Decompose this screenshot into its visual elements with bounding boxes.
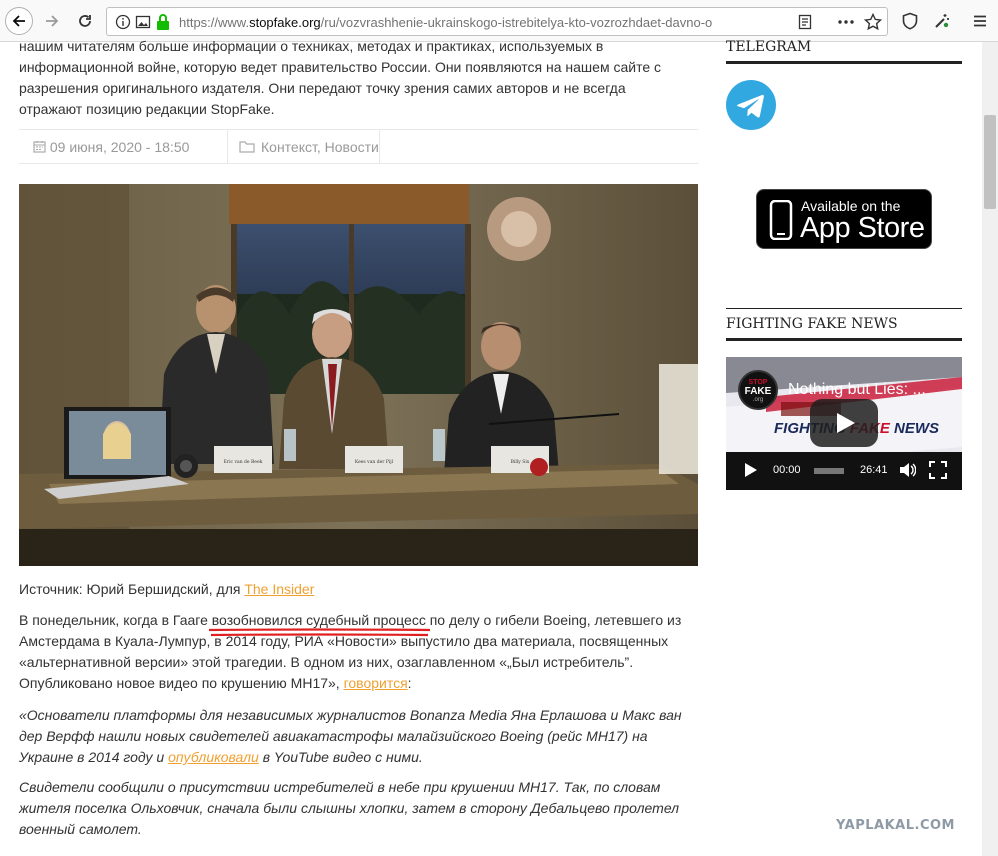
scrollbar-thumb[interactable] <box>984 115 996 209</box>
quote-text: Украине в 2014 году и <box>19 749 169 765</box>
quote-line: «Основатели платформы для независимых жу… <box>19 707 682 723</box>
nameplate-text: Kees van der Pijl <box>355 459 394 465</box>
paragraph-text: возобновился судебный процесс <box>211 612 426 628</box>
press-conference-image: Eric van de Beek Kees van der Pijl Billy… <box>19 184 698 566</box>
logo-line: .org <box>752 397 764 403</box>
source-link[interactable]: говорится <box>344 675 408 691</box>
address-bar[interactable]: https://www.stopfake.org/ru/vozvrashheni… <box>106 7 888 36</box>
meta-divider <box>379 130 380 163</box>
intro-line: отражают позицию редакции StopFake. <box>19 101 275 117</box>
article-paragraph: В понедельник, когда в Гааге возобновилс… <box>19 610 699 694</box>
category-separator: , <box>316 139 325 155</box>
quote-text: в YouTube видео с ними. <box>258 749 423 765</box>
app-store-badge[interactable]: Available on the App Store <box>756 189 932 249</box>
quote-line: дер Верфф нашли новых свидетелей авиакат… <box>19 728 648 744</box>
telegram-widget-title: TELEGRAM <box>726 39 812 55</box>
video-current-time: 00:00 <box>773 464 801 476</box>
paragraph-line: Опубликовано новое видео по крушению МН1… <box>19 673 699 694</box>
caption-text: Источник: Юрий Бершидский, для <box>19 581 245 597</box>
video-player[interactable]: FIGHTING FAKE NEWS STOP FAKE .org Nothin… <box>726 357 962 490</box>
play-icon <box>837 413 855 433</box>
nameplate-text: Eric van de Beek <box>224 459 263 465</box>
back-button[interactable] <box>5 7 33 35</box>
widget-title-rule <box>726 338 962 341</box>
url-text[interactable]: https://www.stopfake.org/ru/vozvrashheni… <box>179 15 739 30</box>
article-meta-bar: 09 июня, 2020 - 18:50 Контекст, Новости <box>19 129 698 164</box>
forward-button[interactable] <box>38 7 66 35</box>
app-store-label: App Store <box>800 212 925 244</box>
logo-line: STOP <box>748 379 768 386</box>
phone-icon <box>769 200 793 240</box>
arrow-right-icon <box>46 15 59 27</box>
site-watermark: YAPLAKAL.COM <box>836 818 955 833</box>
paragraph-text: Опубликовано новое видео по крушению МН1… <box>19 675 344 691</box>
publish-date: 09 июня, 2020 - 18:50 <box>33 139 189 155</box>
category-link-context[interactable]: Контекст <box>261 139 317 155</box>
page-actions-icon[interactable] <box>837 14 855 30</box>
nameplate-text: Billy Six <box>511 459 530 465</box>
telegram-button[interactable] <box>726 80 776 130</box>
paragraph-line: В понедельник, когда в Гааге возобновилс… <box>19 610 699 637</box>
volume-icon[interactable] <box>898 461 916 479</box>
paragraph-text: : <box>407 675 412 691</box>
fighting-fake-news-title: FIGHTING FAKE NEWS <box>726 316 898 332</box>
red-underline-mark <box>208 628 430 637</box>
quote-line: военный самолет. <box>19 821 142 837</box>
video-duration: 26:41 <box>860 464 888 476</box>
article-photo: Eric van de Beek Kees van der Pijl Billy… <box>19 184 698 566</box>
quote-line: Украине в 2014 году и опубликовали в You… <box>19 747 699 768</box>
arrow-left-icon <box>12 15 25 27</box>
folder-icon <box>239 141 255 153</box>
reload-button[interactable] <box>71 7 99 35</box>
widget-top-rule <box>726 308 962 309</box>
paragraph-text: В понедельник, когда в Гааге <box>19 612 212 628</box>
logo-line: FAKE <box>744 386 772 397</box>
menu-button[interactable] <box>968 7 992 35</box>
info-icon[interactable] <box>115 14 131 30</box>
video-title[interactable]: Nothing but Lies: ... <box>788 381 926 399</box>
video-play-overlay[interactable] <box>810 399 878 447</box>
intro-line: информационной войне, которую ведет прав… <box>19 59 661 75</box>
photo-caption: Источник: Юрий Бершидский, для The Insid… <box>19 581 314 597</box>
tracking-protection-button[interactable] <box>898 7 922 35</box>
article-categories: Контекст, Новости <box>220 139 379 155</box>
video-banner-part: NEWS <box>890 420 939 437</box>
video-progress-bar[interactable] <box>814 468 844 474</box>
intro-line: разрешения оригинального издателя. Они п… <box>19 80 626 96</box>
url-domain: stopfake.org <box>249 15 321 30</box>
widget-title-rule <box>726 61 962 64</box>
url-prefix: https://www. <box>179 15 250 30</box>
fullscreen-icon[interactable] <box>929 461 947 479</box>
intro-line: нашим читателям больше информации о техн… <box>19 38 604 54</box>
paragraph-text: по делу о гибели Boeing, летевшего из <box>425 612 682 628</box>
publish-date-text: 09 июня, 2020 - 18:50 <box>49 139 190 155</box>
magic-wand-icon <box>935 14 949 28</box>
quote-line: жителя поселка Ольховчик, сначала были с… <box>19 800 680 816</box>
quote-paragraph: Свидетели сообщили о присутствии истреби… <box>19 777 699 840</box>
telegram-icon <box>737 94 764 118</box>
shield-icon <box>902 12 918 30</box>
bookmark-star-icon[interactable] <box>864 13 882 31</box>
reload-icon <box>79 15 91 27</box>
extension-button[interactable] <box>930 7 954 35</box>
reader-view-icon[interactable] <box>797 14 813 30</box>
hamburger-icon <box>974 15 986 27</box>
url-path: /ru/vozvrashhenie-ukrainskogo-istrebitel… <box>320 15 713 30</box>
paragraph-line: «альтернативной версии» этой трагедии. В… <box>19 654 634 670</box>
published-link[interactable]: опубликовали <box>168 749 259 765</box>
quote-paragraph: «Основатели платформы для независимых жу… <box>19 705 699 768</box>
calendar-icon <box>33 141 46 153</box>
image-permission-icon[interactable] <box>135 14 151 30</box>
category-link-news[interactable]: Новости <box>325 139 379 155</box>
underlined-phrase: возобновился судебный процесс <box>208 612 430 637</box>
caption-source-link[interactable]: The Insider <box>244 581 314 597</box>
channel-logo[interactable]: STOP FAKE .org <box>738 370 778 410</box>
play-control-icon[interactable] <box>744 462 758 478</box>
lock-icon[interactable] <box>155 13 171 31</box>
article-intro: нашим читателям больше информации о техн… <box>19 36 689 120</box>
quote-line: Свидетели сообщили о присутствии истреби… <box>19 779 661 795</box>
